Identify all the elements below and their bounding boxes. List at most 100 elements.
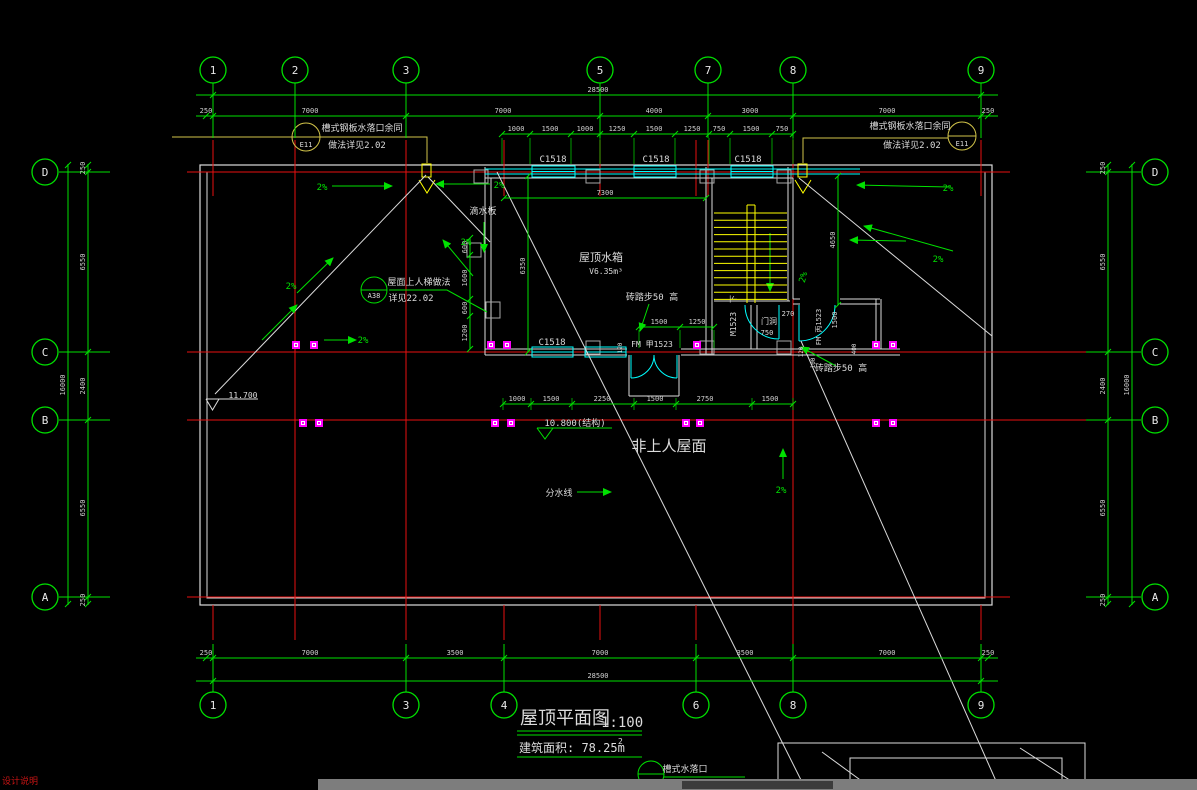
roof-marker	[693, 341, 701, 349]
dim-top-sub-value: 1250	[609, 125, 626, 133]
dim-top-sub-value: 750	[776, 125, 789, 133]
roof-marker	[507, 419, 515, 427]
door-label-fm-bing: FM 丙1523	[815, 309, 823, 346]
axis-bubble-top-9-label: 9	[978, 64, 985, 77]
axis-bubble-top-2-label: 2	[292, 64, 299, 77]
drain-callouts-yellow	[172, 122, 976, 193]
axis-grid-red	[187, 140, 1092, 655]
axis-bubble-left-C-label: C	[42, 346, 49, 359]
slope-label: 2%	[933, 255, 944, 265]
dim-ladder-chain-value: 1200	[461, 325, 469, 342]
label-water-divide: 分水线	[545, 487, 572, 499]
dim-bottom-main-value: 7000	[879, 649, 896, 657]
room-label-volume: V6.35m³	[589, 267, 623, 276]
dim-top-sub-value: 1000	[577, 125, 594, 133]
dim-misc: 120	[798, 346, 805, 357]
dim-ladder-chain-value: 1600	[461, 270, 469, 287]
dim-below-tank-value: 2750	[697, 395, 714, 403]
dim-bottom-main-value: 250	[982, 649, 995, 657]
dim-below-tank-value: 2250	[594, 395, 611, 403]
dim-misc: 100	[810, 357, 817, 368]
axis-bubble-top-1-label: 1	[210, 64, 217, 77]
note-drain-left-1: 槽式钢板水落口余同	[321, 122, 402, 134]
label-non-access-roof: 非上人屋面	[631, 437, 706, 455]
roof-marker	[292, 341, 300, 349]
dim-bottom-main-value: 3500	[447, 649, 464, 657]
dim-top-main-value: 4000	[646, 107, 663, 115]
drawing-canvas[interactable]: 1235789134689DCBADCBA2850025070007000400…	[0, 0, 1197, 790]
dim-top-main-value: 250	[982, 107, 995, 115]
taskbar-segment[interactable]	[682, 781, 833, 789]
callout-a38-text: A38	[368, 292, 381, 300]
door-swing	[654, 355, 677, 378]
cad-viewport[interactable]: 1235789134689DCBADCBA2850025070007000400…	[0, 0, 1197, 790]
roof-marker	[310, 341, 318, 349]
dim-stair-height-value: 4650	[829, 232, 837, 249]
taskbar[interactable]	[318, 779, 1197, 790]
dim-top-main-value: 250	[200, 107, 213, 115]
dim-left-overall-value: 16000	[59, 374, 67, 395]
roof-hip-line	[799, 178, 992, 336]
label-door-opening-width: 750	[761, 329, 774, 337]
roof-marker	[682, 419, 690, 427]
window-label: C1518	[642, 155, 669, 165]
axis-bubble-bottom-9-label: 9	[978, 699, 985, 712]
note-drain-right-1: 槽式钢板水落口余同	[869, 120, 950, 132]
slope-label: 2%	[286, 282, 297, 292]
level-mark-11700	[206, 399, 258, 410]
door-label-m1523: M1523	[729, 312, 738, 336]
dim-top-sub-value: 1500	[646, 125, 663, 133]
level-structural: 10.800(结构)	[544, 417, 605, 429]
axis-bubble-bottom-4-label: 4	[501, 699, 508, 712]
dim-tank-width-value: 7300	[597, 189, 614, 197]
slope-label: 2%	[461, 238, 472, 248]
dim-right-overall-value: 16000	[1123, 374, 1131, 395]
dim-bottom-main-value: 3500	[737, 649, 754, 657]
slope-label: 2%	[943, 184, 954, 194]
drawing-area: 建筑面积: 78.25m	[519, 740, 625, 755]
dim-misc: 1500	[831, 312, 839, 329]
note-ladder-1: 屋面上人梯做法	[387, 276, 450, 288]
slope-label: 2%	[317, 183, 328, 193]
dim-top-main-value: 7000	[879, 107, 896, 115]
axis-bubble-left-D-label: D	[42, 166, 49, 179]
axis-bubble-top-5-label: 5	[597, 64, 604, 77]
dim-top-sub-value: 1250	[684, 125, 701, 133]
note-brick-steps: 砖踏步50 高	[626, 291, 678, 303]
roof-marker	[872, 419, 880, 427]
axis-bubble-bottom-1-label: 1	[210, 699, 217, 712]
dim-top-main-value: 7000	[495, 107, 512, 115]
dim-top-sub-value: 1000	[508, 125, 525, 133]
roof-outline	[200, 165, 992, 605]
roof-marker	[315, 419, 323, 427]
dim-right-main-value: 6550	[1099, 254, 1107, 271]
door-label-fm-jia: FM 甲1523	[631, 340, 673, 349]
level-triangle-10800	[537, 428, 553, 439]
dim-misc: 400	[851, 343, 858, 354]
axis-bubble-top-3-label: 3	[403, 64, 410, 77]
dim-bottom-main-value: 7000	[302, 649, 319, 657]
dim-left-main-value: 250	[79, 162, 87, 175]
construction-line	[801, 341, 1000, 790]
dim-misc: 120	[617, 342, 624, 353]
dim-left-main-value: 250	[79, 594, 87, 607]
axis-bubble-bottom-6-label: 6	[693, 699, 700, 712]
dim-left-main-value: 6550	[79, 500, 87, 517]
callout-e11-right-text: E11	[956, 140, 969, 148]
axis-bubble-top-8-label: 8	[790, 64, 797, 77]
callout-e11-left-text: E11	[300, 141, 313, 149]
note-brick-steps: 砖踏步50 高	[815, 362, 867, 374]
level-triangle-11700	[206, 399, 219, 410]
drawing-title: 屋顶平面图	[520, 708, 610, 729]
roof-ladder	[486, 302, 500, 318]
roof-marker	[889, 341, 897, 349]
window-label: C1518	[539, 155, 566, 165]
window-label: C1518	[734, 155, 761, 165]
axis-bubble-right-C-label: C	[1152, 346, 1159, 359]
dim-top-sub-value: 750	[713, 125, 726, 133]
dim-steps-value: 1250	[689, 318, 706, 326]
roof-marker	[872, 341, 880, 349]
slope-label: 2%	[798, 270, 811, 284]
dim-ladder-chain-value: 600	[461, 302, 469, 315]
axis-bubble-left-B-label: B	[42, 414, 49, 427]
